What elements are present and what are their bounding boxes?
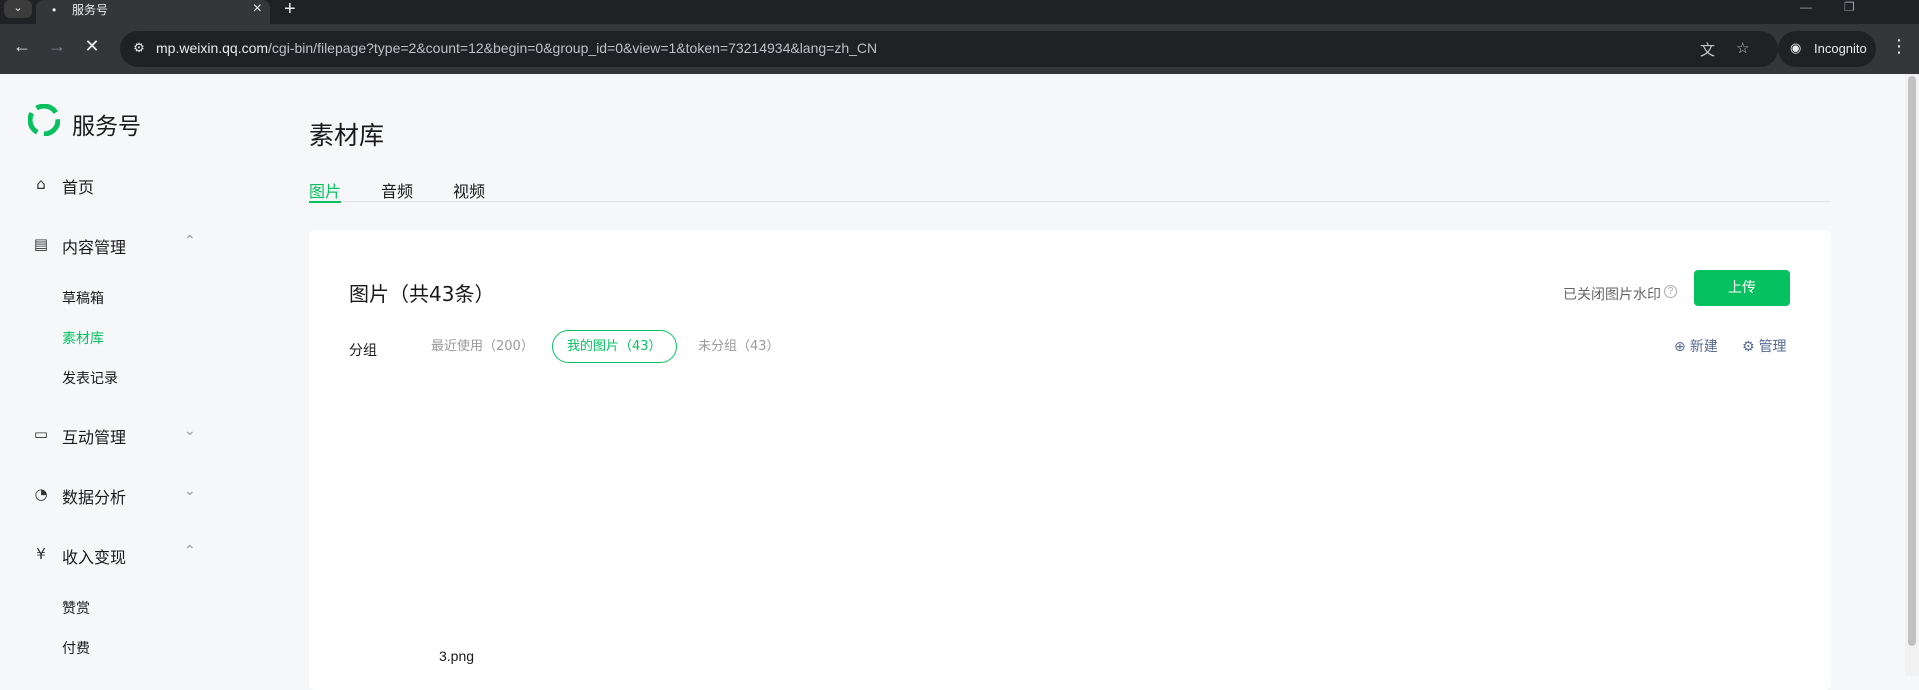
card-title: 图片（共43条）: [349, 282, 495, 306]
logo-icon: [28, 104, 60, 136]
sidebar-subitem-publish-records[interactable]: 发表记录: [62, 368, 118, 388]
group-label: 分组: [349, 343, 377, 359]
image-library-card: 图片（共43条） 已关闭图片水印 ? 上传 分组 最近使用（200） 我的图片（…: [309, 230, 1831, 690]
help-icon[interactable]: ?: [1664, 285, 1677, 298]
incognito-indicator[interactable]: ◉ Incognito: [1778, 31, 1876, 67]
watermark-status[interactable]: 已关闭图片水印: [1563, 284, 1661, 304]
address-bar[interactable]: ⚙ mp.weixin.qq.com/cgi-bin/filepage?type…: [120, 31, 1778, 67]
close-tab-icon[interactable]: ×: [253, 0, 262, 18]
sidebar-subitem-drafts[interactable]: 草稿箱: [62, 288, 104, 308]
sidebar-item-label: 数据分析: [62, 488, 127, 507]
sidebar-subitem-appreciation[interactable]: 赞赏: [62, 598, 90, 618]
group-my-images[interactable]: 我的图片（43）: [552, 330, 677, 363]
sidebar-item-label: 内容管理: [62, 238, 127, 257]
upload-button[interactable]: 上传: [1694, 270, 1790, 306]
sidebar-subitem-material-library[interactable]: 素材库: [62, 328, 104, 348]
browser-tab-strip: ⌄ • 服务号 × + — ❐: [0, 0, 1919, 24]
back-button[interactable]: ←: [10, 36, 34, 57]
browser-tab[interactable]: • 服务号 ×: [36, 0, 270, 24]
incognito-label: Incognito: [1814, 41, 1867, 56]
chevron-down-icon: ⌄: [184, 483, 196, 499]
new-tab-button[interactable]: +: [284, 0, 296, 21]
group-recently-used[interactable]: 最近使用（200）: [431, 330, 534, 363]
tab-search-button[interactable]: ⌄: [4, 0, 32, 18]
sidebar-item-label: 互动管理: [62, 428, 127, 447]
new-group-label: 新建: [1689, 339, 1718, 355]
page-title: 素材库: [309, 121, 385, 150]
sidebar-item-label: 收入变现: [62, 548, 127, 567]
incognito-icon: ◉: [1790, 40, 1802, 55]
page: 服务号 ⌂ 首页 ▤ 内容管理 ⌃ 草稿箱 素材库 发表记录 ▭ 互动管理 ⌄ …: [0, 74, 1919, 690]
translate-icon[interactable]: 文: [1700, 39, 1715, 60]
stop-loading-button[interactable]: ✕: [80, 36, 104, 57]
brand-name: 服务号: [72, 114, 141, 140]
minimize-button[interactable]: —: [1800, 0, 1812, 14]
browser-menu-icon[interactable]: ⋮: [1890, 36, 1908, 57]
sidebar-item-label: 首页: [62, 178, 95, 197]
media-type-tabs: 图片 音频 视频: [309, 178, 1831, 203]
chevron-up-icon: ⌃: [184, 233, 196, 249]
browser-toolbar: ← → ✕ ⚙ mp.weixin.qq.com/cgi-bin/filepag…: [0, 24, 1919, 74]
page-scrollbar[interactable]: [1905, 74, 1919, 676]
sidebar-subitem-paid[interactable]: 付费: [62, 638, 90, 658]
comment-icon: ▭: [33, 425, 49, 443]
manage-groups-button[interactable]: ⚙ 管理: [1742, 336, 1787, 356]
document-icon: ▤: [33, 235, 49, 253]
plus-circle-icon: ⊕: [1674, 339, 1686, 355]
tab-audio[interactable]: 音频: [381, 178, 413, 203]
pie-chart-icon: ◔: [34, 485, 48, 503]
forward-button[interactable]: →: [45, 36, 69, 57]
url-text[interactable]: mp.weixin.qq.com/cgi-bin/filepage?type=2…: [156, 40, 877, 56]
tab-title: 服务号: [72, 3, 109, 17]
home-icon: ⌂: [36, 175, 46, 193]
image-file-name[interactable]: 3.png: [439, 648, 474, 664]
manage-groups-label: 管理: [1758, 339, 1787, 355]
loading-icon: •: [52, 3, 57, 17]
chevron-down-icon: ⌄: [184, 423, 196, 439]
scrollbar-thumb[interactable]: [1908, 76, 1916, 646]
restore-button[interactable]: ❐: [1844, 0, 1855, 14]
bookmark-star-icon[interactable]: ☆: [1736, 39, 1749, 57]
gear-icon: ⚙: [1742, 339, 1755, 355]
chevron-up-icon: ⌃: [184, 543, 196, 559]
site-info-icon[interactable]: ⚙: [130, 40, 148, 58]
yen-icon: ¥: [36, 545, 46, 563]
new-group-button[interactable]: ⊕ 新建: [1674, 336, 1718, 356]
tab-images[interactable]: 图片: [309, 178, 342, 203]
tab-video[interactable]: 视频: [453, 178, 485, 203]
group-ungrouped[interactable]: 未分组（43）: [698, 330, 780, 363]
